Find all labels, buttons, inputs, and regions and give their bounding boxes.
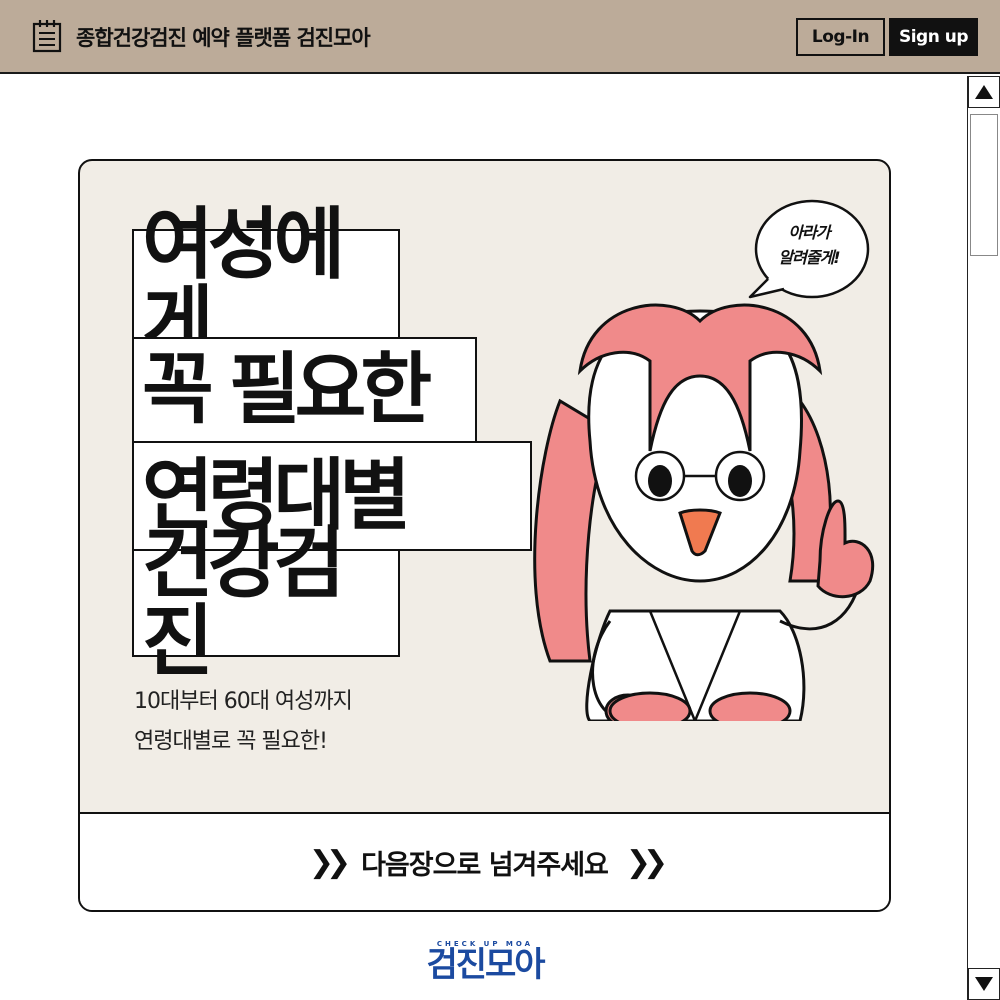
logo-text: 검진모아 <box>426 945 545 985</box>
doctor-bunny-illustration <box>533 303 875 721</box>
banner-card: 아라가 알려줄게! 여성에게 꼭 필요한 연령대별 건강검진 10대부터 60대… <box>78 159 891 912</box>
vertical-scrollbar[interactable] <box>967 76 1000 1000</box>
headline-line-2: 꼭 필요한 <box>132 337 477 443</box>
headline-line-4: 건강검진 <box>132 525 400 681</box>
scroll-up-button[interactable] <box>968 76 1000 108</box>
triangle-up-icon <box>975 85 993 99</box>
login-button[interactable]: Log-In <box>796 18 885 56</box>
checkupmoa-logo[interactable]: CHECK UP MOA 검진모아 <box>410 940 560 990</box>
triangle-down-icon <box>975 977 993 991</box>
next-page-bar[interactable]: ❯❯ 다음장으로 넘겨주세요 ❯❯ <box>80 812 889 910</box>
subtext-line-2: 연령대별로 꼭 필요한! <box>134 729 328 754</box>
top-header: 종합건강검진 예약 플랫폼 검진모아 Log-In Sign up <box>0 0 1000 74</box>
site-title[interactable]: 종합건강검진 예약 플랫폼 검진모아 <box>76 22 371 52</box>
speech-bubble-text: 아라가 알려줄게! <box>778 223 840 267</box>
subtext-line-1: 10대부터 60대 여성까지 <box>134 689 353 714</box>
double-chevron-right-icon: ❯❯ <box>308 844 351 880</box>
signup-button[interactable]: Sign up <box>889 18 978 56</box>
notepad-menu-icon[interactable] <box>32 19 62 53</box>
next-page-label: 다음장으로 넘겨주세요 <box>361 849 609 881</box>
headline-line-1: 여성에게 <box>132 206 400 362</box>
scroll-thumb[interactable] <box>970 114 998 256</box>
double-chevron-right-icon: ❯❯ <box>625 844 668 880</box>
scroll-down-button[interactable] <box>968 968 1000 1000</box>
